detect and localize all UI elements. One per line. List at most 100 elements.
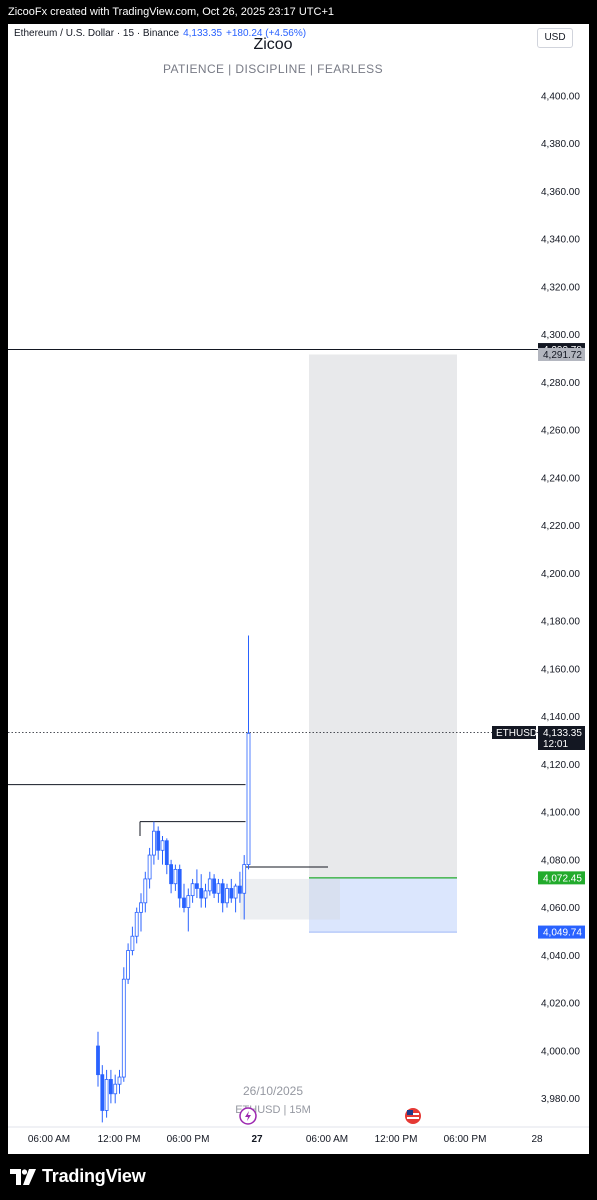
candle[interactable] bbox=[182, 883, 186, 913]
candle[interactable] bbox=[147, 847, 152, 889]
candle-body bbox=[246, 732, 251, 866]
us-flag-icon[interactable] bbox=[405, 1108, 421, 1124]
candle-body bbox=[121, 978, 126, 1078]
header-bar: ZicooFx created with TradingView.com, Oc… bbox=[0, 0, 597, 24]
candle-body bbox=[104, 1079, 109, 1111]
candle[interactable] bbox=[177, 864, 182, 908]
price-tag-target[interactable]: 4,291.72 bbox=[538, 347, 585, 361]
candle[interactable] bbox=[160, 835, 165, 865]
price-chart[interactable]: 4,400.00 4,380.00 4,360.00 4,340.00 4,320.00… bbox=[8, 24, 589, 1154]
currency-button[interactable]: USD bbox=[537, 28, 573, 48]
candle[interactable] bbox=[220, 878, 225, 913]
candle[interactable] bbox=[186, 888, 191, 932]
candle[interactable] bbox=[104, 1069, 109, 1118]
candle-body bbox=[242, 864, 247, 894]
y-tick-label: 3,980.00 bbox=[541, 1094, 580, 1105]
candle[interactable] bbox=[164, 838, 169, 875]
candle[interactable] bbox=[109, 1069, 113, 1104]
price-tag-label: 4,291.72 bbox=[543, 350, 582, 361]
candle-body bbox=[225, 888, 229, 904]
candle[interactable] bbox=[229, 878, 234, 903]
candle[interactable] bbox=[190, 878, 195, 903]
y-tick-label: 4,140.00 bbox=[541, 712, 580, 723]
candle[interactable] bbox=[100, 1065, 105, 1123]
current-price-tag[interactable]: ETHUSD 4,133.3512:01 bbox=[492, 725, 585, 750]
candle[interactable] bbox=[139, 893, 143, 932]
x-tick-label: 06:00 AM bbox=[306, 1134, 348, 1145]
candle[interactable] bbox=[143, 871, 148, 913]
candle[interactable] bbox=[96, 1031, 100, 1087]
candle-body bbox=[190, 883, 195, 897]
symbol-legend: Ethereum / U.S. Dollar · 15 · Binance 4,1… bbox=[14, 28, 306, 39]
y-tick-label: 4,080.00 bbox=[541, 855, 580, 866]
y-tick-label: 4,340.00 bbox=[541, 235, 580, 246]
candle-body bbox=[182, 897, 186, 908]
current-price-label: 4,133.35 bbox=[543, 728, 582, 739]
candle[interactable] bbox=[130, 926, 135, 956]
y-tick-label: 4,120.00 bbox=[541, 760, 580, 771]
candle-body bbox=[156, 830, 161, 851]
x-tick-label: 12:00 PM bbox=[375, 1134, 418, 1145]
brand-name: TradingView bbox=[42, 1166, 146, 1186]
lightning-icon[interactable] bbox=[239, 1107, 257, 1125]
candle-body bbox=[216, 883, 221, 894]
price-tag-entry[interactable]: 4,072.45 bbox=[538, 871, 585, 885]
candle-body bbox=[212, 878, 217, 894]
y-tick-label: 4,220.00 bbox=[541, 521, 580, 532]
y-tick-label: 4,060.00 bbox=[541, 903, 580, 914]
chart-panel[interactable]: Zicoo PATIENCE | DISCIPLINE | FEARLESS 2… bbox=[8, 24, 589, 1154]
y-tick-label: 4,360.00 bbox=[541, 187, 580, 198]
footer-bar: TradingView bbox=[0, 1154, 597, 1200]
candle-body bbox=[160, 840, 165, 851]
x-tick-label: 28 bbox=[531, 1134, 543, 1145]
credit-text: ZicooFx created with TradingView.com, Oc… bbox=[8, 6, 334, 18]
candle-body bbox=[186, 895, 191, 908]
range-box[interactable] bbox=[240, 878, 340, 920]
x-tick-label: 06:00 AM bbox=[28, 1134, 70, 1145]
tradingview-logo[interactable]: TradingView bbox=[10, 1166, 146, 1187]
y-tick-label: 4,160.00 bbox=[541, 664, 580, 675]
price-tag-label: 4,049.74 bbox=[543, 928, 582, 939]
candle[interactable] bbox=[173, 864, 178, 891]
candle[interactable] bbox=[113, 1074, 118, 1104]
y-tick-label: 4,240.00 bbox=[541, 473, 580, 484]
candle[interactable] bbox=[151, 821, 156, 865]
y-tick-label: 4,180.00 bbox=[541, 617, 580, 628]
candle[interactable] bbox=[121, 967, 126, 1082]
x-tick-label: 27 bbox=[251, 1134, 263, 1145]
candle-body bbox=[134, 911, 139, 937]
target-zone[interactable] bbox=[309, 354, 457, 878]
candle[interactable] bbox=[117, 1069, 122, 1094]
candle-body bbox=[96, 1045, 100, 1076]
candle-body bbox=[143, 878, 148, 904]
symbol-description: Ethereum / U.S. Dollar · 15 · Binance bbox=[14, 28, 180, 39]
candle[interactable] bbox=[194, 869, 199, 899]
price-tag-stop[interactable]: 4,049.74 bbox=[538, 925, 585, 939]
candle[interactable] bbox=[207, 871, 212, 896]
candle-body bbox=[229, 888, 234, 899]
symbol-tag-label: ETHUSD bbox=[496, 728, 537, 739]
candle[interactable] bbox=[126, 943, 130, 984]
countdown-label: 12:01 bbox=[543, 739, 568, 750]
candle[interactable] bbox=[156, 826, 161, 860]
candle[interactable] bbox=[169, 859, 174, 894]
candle-body bbox=[147, 854, 152, 880]
candle-body bbox=[100, 1074, 105, 1111]
y-tick-label: 4,020.00 bbox=[541, 999, 580, 1010]
y-tick-label: 4,320.00 bbox=[541, 282, 580, 293]
candle[interactable] bbox=[134, 907, 139, 944]
candle-body bbox=[169, 864, 174, 885]
candle[interactable] bbox=[216, 878, 221, 903]
candle-body bbox=[194, 883, 199, 889]
candle[interactable] bbox=[203, 883, 208, 908]
candle[interactable] bbox=[199, 874, 204, 908]
y-tick-label: 4,400.00 bbox=[541, 92, 580, 103]
candle-body bbox=[233, 885, 238, 899]
candle-body bbox=[164, 840, 169, 866]
price-change: +180.24 (+4.56%) bbox=[226, 28, 307, 39]
candle[interactable] bbox=[246, 635, 251, 870]
x-tick-label: 06:00 PM bbox=[167, 1134, 210, 1145]
candle[interactable] bbox=[233, 883, 238, 913]
candle[interactable] bbox=[225, 883, 229, 908]
candle[interactable] bbox=[212, 874, 217, 899]
